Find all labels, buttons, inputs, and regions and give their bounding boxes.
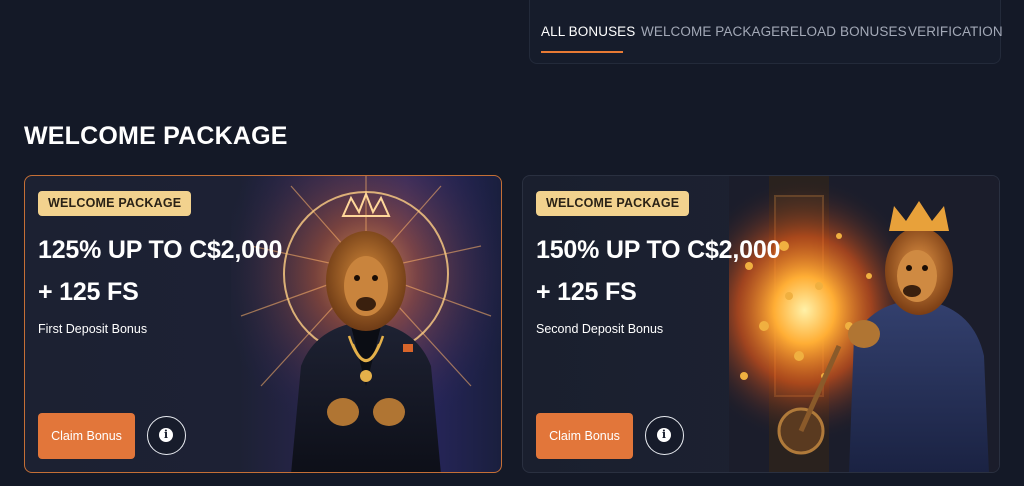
- info-button[interactable]: i: [645, 413, 684, 459]
- claim-bonus-button[interactable]: Claim Bonus: [38, 413, 135, 459]
- bonus-card-first-deposit: WELCOME PACKAGE 125% UP TO C$2,000 + 125…: [24, 175, 502, 473]
- claim-bonus-button[interactable]: Claim Bonus: [536, 413, 633, 459]
- offer-line-1: 125% UP TO C$2,000: [38, 236, 283, 264]
- lion-slot-machine-image: [729, 176, 999, 472]
- offer-line-2: + 125 FS: [38, 278, 139, 306]
- bonus-subtitle: Second Deposit Bonus: [536, 322, 664, 336]
- info-icon: i: [159, 428, 173, 442]
- tab-reload-bonuses[interactable]: RELOAD BONUSES: [780, 24, 907, 39]
- tab-all-bonuses[interactable]: ALL BONUSES: [541, 24, 635, 39]
- offer-line-1: 150% UP TO C$2,000: [536, 236, 781, 264]
- bonus-offer: 150% UP TO C$2,000 + 125 FS: [536, 229, 780, 313]
- info-icon: i: [657, 428, 671, 442]
- active-tab-indicator: [541, 51, 623, 53]
- welcome-package-badge: WELCOME PACKAGE: [38, 191, 192, 216]
- bonus-card-second-deposit: WELCOME PACKAGE 150% UP TO C$2,000 + 125…: [522, 175, 1000, 473]
- welcome-package-badge: WELCOME PACKAGE: [536, 191, 690, 216]
- offer-line-2: + 125 FS: [536, 278, 637, 306]
- bonus-subtitle: First Deposit Bonus: [38, 322, 148, 336]
- lion-halo-image: [231, 176, 501, 472]
- tab-welcome-package[interactable]: WELCOME PACKAGE: [641, 24, 780, 39]
- bonus-tabs: ALL BONUSES WELCOME PACKAGE RELOAD BONUS…: [529, 0, 1003, 64]
- section-title: WELCOME PACKAGE: [24, 122, 288, 150]
- tab-verification[interactable]: VERIFICATION: [908, 24, 1003, 39]
- info-button[interactable]: i: [147, 413, 186, 459]
- bonus-offer: 125% UP TO C$2,000 + 125 FS: [38, 229, 282, 313]
